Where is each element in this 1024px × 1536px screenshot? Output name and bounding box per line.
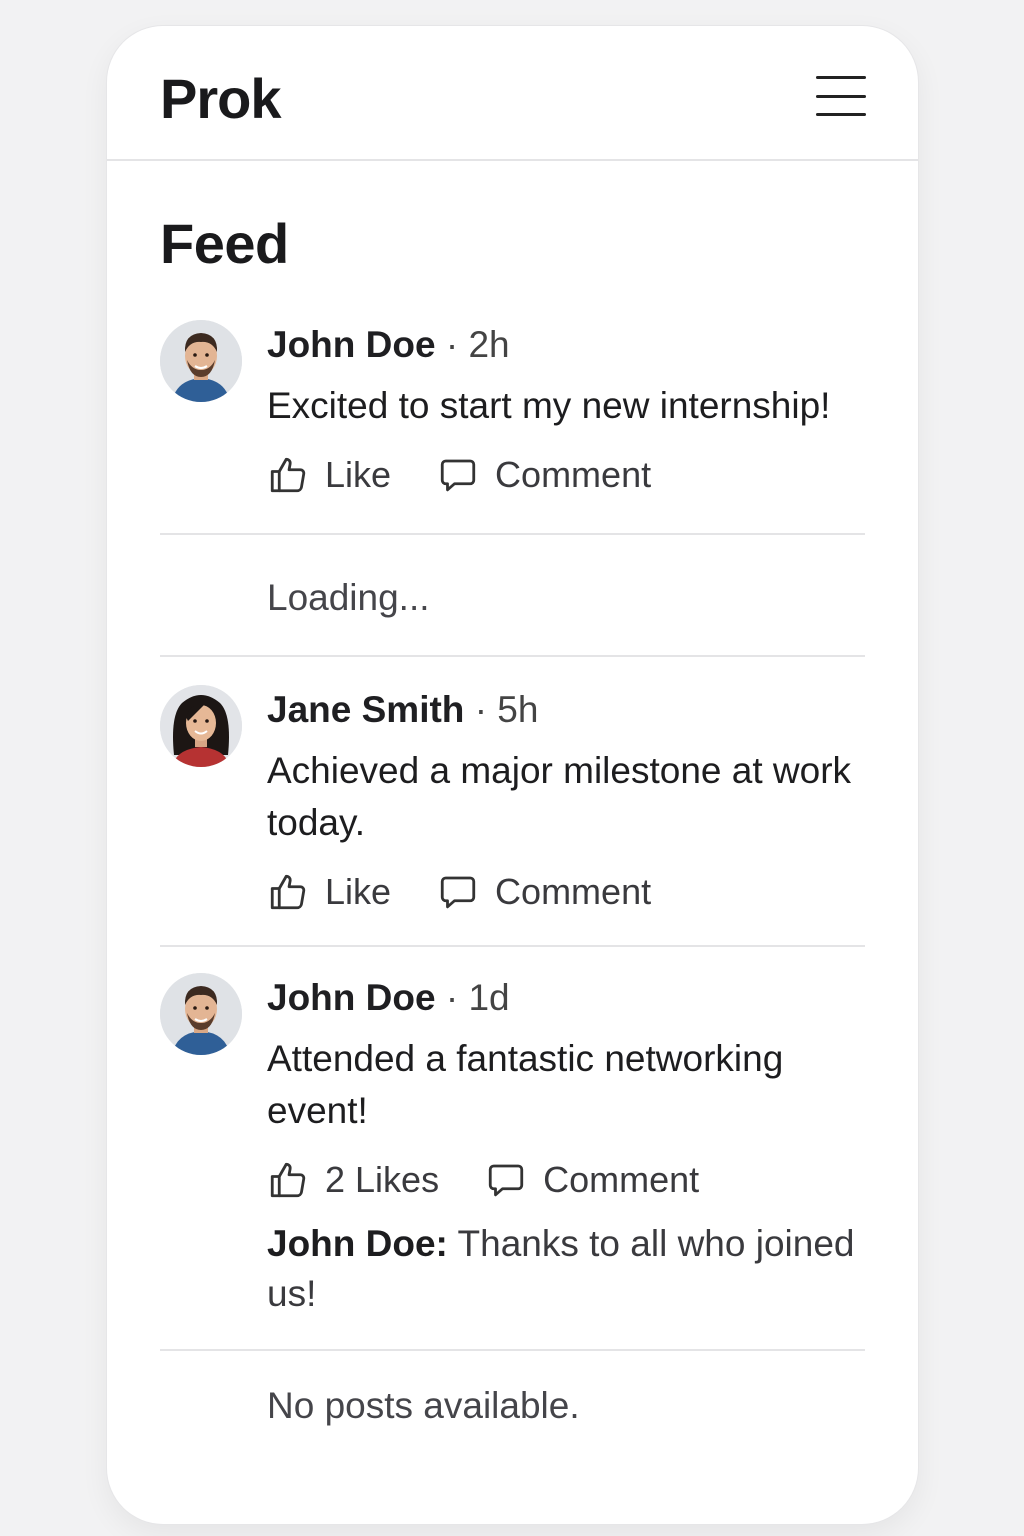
empty-state-message: No posts available. [267, 1385, 580, 1426]
like-label: Like [325, 454, 392, 495]
post-meta: John Doe · 1d [267, 975, 865, 1021]
comment-button[interactable]: Comment [485, 1159, 699, 1201]
speech-bubble-icon [488, 1164, 524, 1197]
comment-button[interactable]: Comment [437, 454, 651, 496]
avatar[interactable] [160, 320, 242, 402]
post-author[interactable]: John Doe [267, 977, 436, 1018]
thumbs-up-icon [270, 457, 306, 493]
like-button[interactable]: Like [267, 454, 391, 496]
post-author[interactable]: Jane Smith [267, 689, 464, 730]
thumbs-up-icon [270, 874, 306, 910]
post-comment: John Doe: Thanks to all who joined us! [267, 1219, 865, 1319]
like-label: Like [325, 871, 392, 912]
feed-post: John Doe · 1d Attended a fantastic netwo… [160, 947, 865, 1351]
post-text: Achieved a major milestone at work today… [267, 750, 852, 843]
like-button[interactable]: Like [267, 871, 391, 913]
feed-container: Feed John Doe · 2h Excited to start my n… [107, 211, 918, 1427]
feed-post: Jane Smith · 5h Achieved a major milesto… [160, 657, 865, 947]
speech-bubble-icon [440, 876, 476, 909]
comment-label: Comment [495, 454, 652, 495]
post-text: Attended a fantastic networking event! [267, 1038, 784, 1131]
hamburger-menu-icon[interactable] [816, 76, 866, 116]
post-time: 1d [468, 977, 510, 1018]
post-text: Excited to start my new internship! [267, 385, 831, 426]
post-meta: John Doe · 2h [267, 322, 865, 368]
post-actions: Like Comment [267, 871, 865, 913]
app-frame: Prok Feed John Doe · 2h Excited to start… [107, 26, 918, 1524]
post-actions: 2 Likes Comment [267, 1159, 865, 1201]
post-author[interactable]: John Doe [267, 324, 436, 365]
meta-separator: · [445, 977, 459, 1018]
comment-button[interactable]: Comment [437, 871, 651, 913]
app-logo[interactable]: Prok [160, 66, 281, 131]
avatar[interactable] [160, 685, 242, 767]
comment-label: Comment [543, 1159, 700, 1200]
post-body: John Doe · 1d Attended a fantastic netwo… [267, 973, 865, 1319]
post-time: 5h [497, 689, 539, 730]
post-actions: Like Comment [267, 454, 865, 496]
meta-separator: · [474, 689, 488, 730]
avatar[interactable] [160, 973, 242, 1055]
loading-indicator: Loading... [160, 535, 865, 657]
meta-separator: · [445, 324, 459, 365]
feed-post: John Doe · 2h Excited to start my new in… [160, 320, 865, 535]
post-time: 2h [468, 324, 510, 365]
thumbs-up-icon [270, 1162, 306, 1198]
app-header: Prok [107, 26, 918, 161]
like-button[interactable]: 2 Likes [267, 1159, 439, 1201]
speech-bubble-icon [440, 459, 476, 492]
post-meta: Jane Smith · 5h [267, 687, 865, 733]
post-body: Jane Smith · 5h Achieved a major milesto… [267, 685, 865, 913]
page-title: Feed [160, 212, 289, 275]
comment-author[interactable]: John Doe: [267, 1223, 448, 1264]
like-count: 2 Likes [325, 1159, 440, 1200]
post-body: John Doe · 2h Excited to start my new in… [267, 320, 865, 496]
comment-label: Comment [495, 871, 652, 912]
